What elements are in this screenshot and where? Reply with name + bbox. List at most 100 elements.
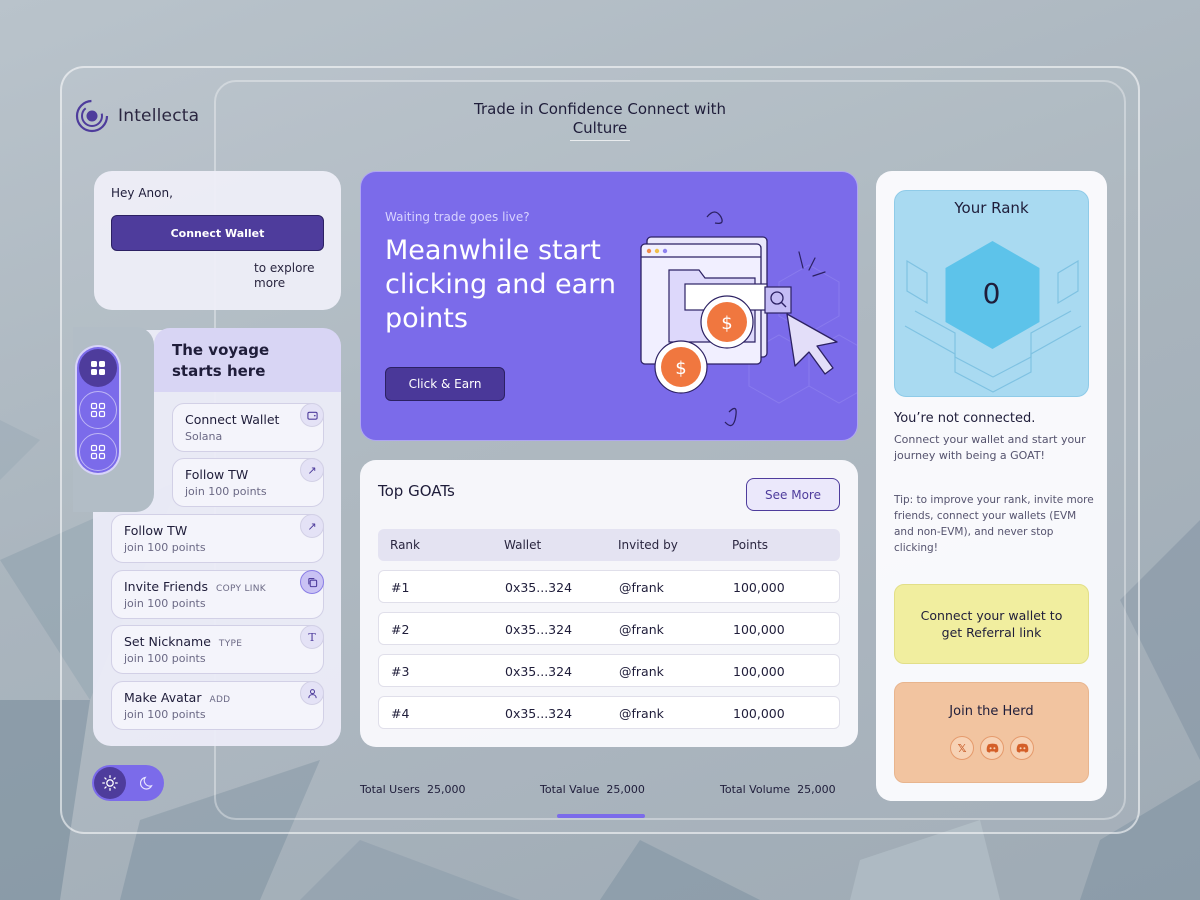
task-subtitle: join 100 points [124, 652, 206, 665]
task-tag[interactable]: ADD [209, 695, 230, 705]
side-nav [75, 345, 121, 475]
table-row[interactable]: #1 0x35...324 @frank 100,000 [378, 570, 840, 603]
svg-text:$: $ [721, 313, 732, 334]
sun-icon[interactable] [94, 767, 126, 799]
cell-invited-by: @frank [619, 580, 664, 595]
stat-label: Total Volume [720, 783, 791, 796]
nav-grid-active[interactable] [79, 349, 117, 387]
task-subtitle: join 100 points [124, 597, 206, 610]
voyage-header: The voyage starts here [154, 328, 341, 392]
task-set-nickname[interactable]: Set Nickname TYPE join 100 points T [111, 625, 324, 674]
cell-points: 100,000 [733, 706, 785, 721]
x-icon[interactable]: 𝕏 [950, 736, 974, 760]
greeting-card: Hey Anon, Connect Wallet to explore more [94, 171, 341, 310]
task-subtitle: join 100 points [124, 541, 206, 554]
moon-icon[interactable] [132, 767, 164, 799]
task-invite-friends[interactable]: Invite Friends COPY LINK join 100 points [111, 570, 324, 619]
brand-name: Intellecta [118, 106, 200, 126]
stat-label: Total Users [360, 783, 420, 796]
task-title: Connect Wallet [185, 412, 280, 427]
task-title: Invite Friends [124, 579, 208, 594]
stat-total-value: Total Value 25,000 [540, 783, 645, 796]
task-subtitle: Solana [185, 430, 223, 443]
cell-wallet: 0x35...324 [505, 706, 573, 721]
rank-title: Your Rank [954, 199, 1029, 217]
table-row[interactable]: #3 0x35...324 @frank 100,000 [378, 654, 840, 687]
logo-icon [75, 99, 109, 133]
see-more-button[interactable]: See More [746, 478, 840, 511]
page-tagline: Trade in Confidence Connect with Culture [474, 100, 726, 137]
cell-wallet: 0x35...324 [505, 622, 573, 637]
task-tag[interactable]: TYPE [219, 639, 242, 649]
hero-banner: Waiting trade goes live? Meanwhile start… [360, 171, 858, 441]
col-wallet: Wallet [504, 538, 542, 552]
table-row[interactable]: #2 0x35...324 @frank 100,000 [378, 612, 840, 645]
cell-points: 100,000 [733, 664, 785, 679]
cell-invited-by: @frank [619, 664, 664, 679]
connection-status: You’re not connected. [894, 411, 1036, 426]
rank-panel: Your Rank 0 You’re not connected. Connec… [876, 171, 1107, 801]
text-icon[interactable]: T [300, 625, 324, 649]
cell-points: 100,000 [733, 580, 785, 595]
cell-rank: #4 [391, 706, 410, 721]
wallet-icon[interactable] [300, 403, 324, 427]
voyage-panel: The voyage starts here Connect Wallet So… [73, 327, 341, 746]
cell-wallet: 0x35...324 [505, 580, 573, 595]
stats-active-indicator [557, 814, 645, 818]
task-title: Follow TW [185, 467, 249, 482]
brand-logo[interactable]: Intellecta [74, 98, 199, 134]
stat-total-volume: Total Volume 25,000 [720, 783, 836, 796]
explore-text: to explore more [254, 261, 315, 290]
cell-invited-by: @frank [619, 622, 664, 637]
table-row[interactable]: #4 0x35...324 @frank 100,000 [378, 696, 840, 729]
rank-box: Your Rank 0 [894, 190, 1089, 397]
join-herd-title: Join the Herd [949, 704, 1034, 719]
stat-value: 25,000 [427, 783, 466, 796]
grid-outline-icon [90, 402, 106, 418]
col-invited-by: Invited by [618, 538, 678, 552]
svg-text:$: $ [675, 358, 686, 379]
stat-total-users: Total Users 25,000 [360, 783, 466, 796]
task-follow-tw-2[interactable]: Follow TW join 100 points ↗ [111, 514, 324, 563]
connect-wallet-button[interactable]: Connect Wallet [111, 215, 324, 251]
rank-tip: Tip: to improve your rank, invite more f… [894, 494, 1094, 554]
copy-icon[interactable] [300, 570, 324, 594]
stat-value: 25,000 [606, 783, 645, 796]
discord-icon[interactable] [980, 736, 1004, 760]
task-subtitle: join 100 points [124, 708, 206, 721]
user-icon[interactable] [300, 681, 324, 705]
discord-icon[interactable] [1010, 736, 1034, 760]
arrow-up-right-icon[interactable]: ↗ [300, 514, 324, 538]
hero-title: Meanwhile start clicking and earn points [385, 235, 616, 334]
col-points: Points [732, 538, 769, 552]
voyage-title: The voyage starts here [172, 341, 270, 380]
join-herd-card: Join the Herd 𝕏 [894, 682, 1089, 783]
nav-grid-2[interactable] [79, 391, 117, 429]
task-make-avatar[interactable]: Make Avatar ADD join 100 points [111, 681, 324, 730]
rank-value: 0 [982, 277, 1001, 310]
nav-grid-3[interactable] [79, 433, 117, 471]
stat-value: 25,000 [797, 783, 836, 796]
cell-invited-by: @frank [619, 706, 664, 721]
task-tag[interactable]: COPY LINK [216, 584, 266, 594]
grid-filled-icon [91, 361, 105, 375]
referral-link-button[interactable]: Connect your wallet to get Referral link [894, 584, 1089, 664]
cell-rank: #3 [391, 664, 410, 679]
task-title: Follow TW [124, 523, 188, 538]
task-connect-wallet[interactable]: Connect Wallet Solana [172, 403, 324, 452]
task-title: Make Avatar [124, 690, 202, 705]
top-goats-card: Top GOATs See More Rank Wallet Invited b… [360, 460, 858, 747]
greeting-text: Hey Anon, [111, 186, 173, 200]
task-title: Set Nickname [124, 634, 211, 649]
click-earn-button[interactable]: Click & Earn [385, 367, 505, 401]
stat-label: Total Value [540, 783, 600, 796]
grid-outline-icon [90, 444, 106, 460]
task-subtitle: join 100 points [185, 485, 267, 498]
top-goats-title: Top GOATs [378, 482, 455, 500]
hero-kicker: Waiting trade goes live? [385, 210, 530, 224]
cell-points: 100,000 [733, 622, 785, 637]
theme-toggle[interactable] [92, 765, 164, 801]
task-follow-tw-1[interactable]: Follow TW join 100 points ↗ [172, 458, 324, 507]
arrow-up-right-icon[interactable]: ↗ [300, 458, 324, 482]
hero-illustration: $ $ [640, 211, 857, 427]
